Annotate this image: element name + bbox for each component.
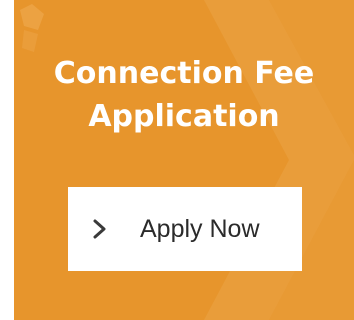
card-title-line2: Application [88, 99, 280, 134]
apply-now-label: Apply Now [140, 215, 260, 243]
card-title-line1: Connection Fee [53, 56, 315, 91]
connection-fee-card: Connection Fee Application Apply Now [14, 0, 354, 320]
apply-now-button[interactable]: Apply Now [68, 187, 302, 271]
card-title: Connection Fee Application [14, 52, 354, 138]
chevron-right-icon [93, 219, 106, 239]
chevron-pattern-icon [20, 0, 354, 320]
